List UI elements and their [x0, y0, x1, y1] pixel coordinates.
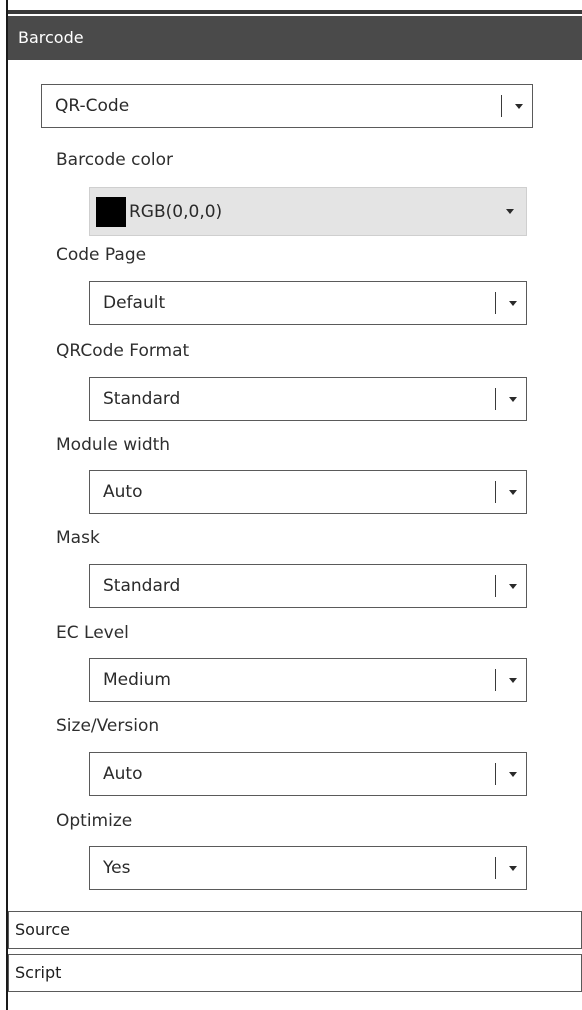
panel-top-rule: [8, 10, 582, 14]
size-version-value: Auto: [103, 764, 143, 784]
section-script[interactable]: Script: [8, 954, 582, 992]
optimize-label: Optimize: [56, 811, 133, 831]
barcode-color-label: Barcode color: [56, 150, 173, 170]
chevron-down-icon[interactable]: [500, 489, 526, 495]
mask-label: Mask: [56, 528, 100, 548]
chevron-down-icon[interactable]: [500, 300, 526, 306]
chevron-down-icon[interactable]: [506, 103, 532, 109]
mask-value: Standard: [103, 576, 181, 596]
chevron-down-icon[interactable]: [500, 583, 526, 589]
dropdown-separator: [494, 763, 496, 785]
barcode-color-picker[interactable]: RGB(0,0,0): [89, 187, 527, 236]
dropdown-separator: [494, 388, 496, 410]
optimize-select[interactable]: Yes: [89, 846, 527, 890]
size-version-select[interactable]: Auto: [89, 752, 527, 796]
size-version-label: Size/Version: [56, 716, 160, 736]
optimize-value: Yes: [103, 858, 131, 878]
chevron-down-icon[interactable]: [494, 209, 526, 214]
module-width-label: Module width: [56, 435, 171, 455]
dropdown-separator: [494, 292, 496, 314]
section-script-label: Script: [15, 963, 62, 982]
ec-level-select[interactable]: Medium: [89, 658, 527, 702]
chevron-down-icon[interactable]: [500, 396, 526, 402]
section-source[interactable]: Source: [8, 911, 582, 949]
code-page-value: Default: [103, 293, 166, 313]
barcode-type-select[interactable]: QR-Code: [41, 84, 533, 128]
qrcode-format-label: QRCode Format: [56, 341, 190, 361]
barcode-color-value: RGB(0,0,0): [129, 201, 223, 222]
dropdown-separator: [494, 669, 496, 691]
panel-header-barcode[interactable]: Barcode: [8, 16, 582, 60]
ec-level-value: Medium: [103, 670, 171, 690]
section-source-label: Source: [15, 920, 70, 939]
dropdown-separator: [494, 857, 496, 879]
ec-level-label: EC Level: [56, 623, 129, 643]
barcode-type-value: QR-Code: [55, 96, 130, 116]
code-page-select[interactable]: Default: [89, 281, 527, 325]
color-swatch: [96, 196, 126, 227]
dropdown-separator: [494, 481, 496, 503]
module-width-value: Auto: [103, 482, 143, 502]
module-width-select[interactable]: Auto: [89, 470, 527, 514]
chevron-down-icon[interactable]: [500, 771, 526, 777]
chevron-down-icon[interactable]: [500, 865, 526, 871]
dropdown-separator: [500, 95, 502, 117]
panel-title: Barcode: [18, 28, 84, 47]
qrcode-format-select[interactable]: Standard: [89, 377, 527, 421]
mask-select[interactable]: Standard: [89, 564, 527, 608]
chevron-down-icon[interactable]: [500, 677, 526, 683]
qrcode-format-value: Standard: [103, 389, 181, 409]
code-page-label: Code Page: [56, 245, 147, 265]
dropdown-separator: [494, 575, 496, 597]
